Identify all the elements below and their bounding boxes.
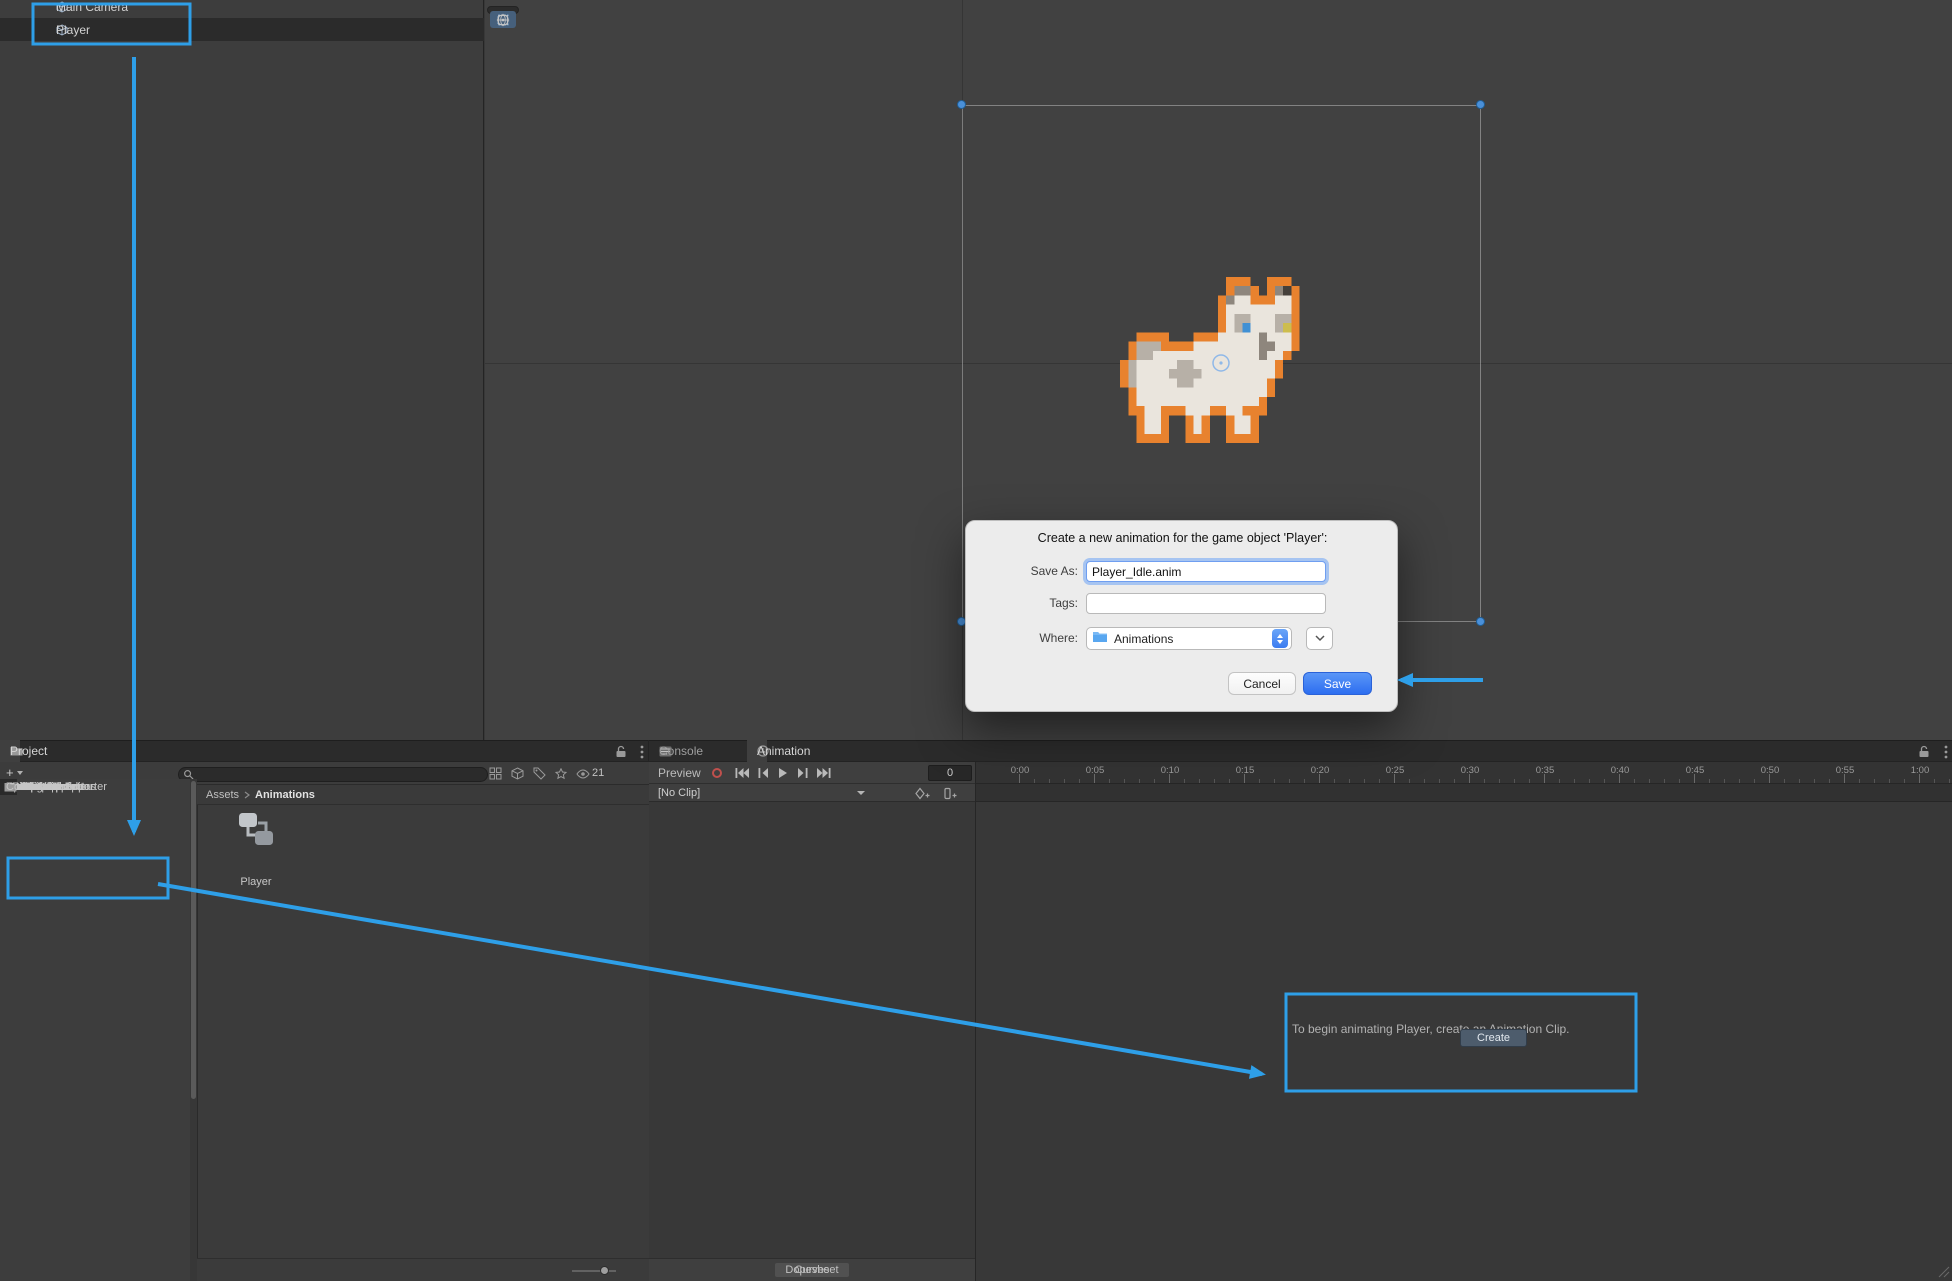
breadcrumb-current[interactable]: Animations xyxy=(255,789,315,801)
go-to-start-button[interactable] xyxy=(735,768,749,778)
breadcrumb: Assets Animations xyxy=(197,785,649,805)
visibility-eye-icon[interactable] xyxy=(575,766,591,781)
package-icon[interactable] xyxy=(509,766,525,781)
search-by-type-icon[interactable] xyxy=(487,766,503,781)
thumbnail-zoom-knob[interactable] xyxy=(600,1266,609,1275)
hidden-count-badge: 21 xyxy=(592,767,605,779)
animation-properties-area xyxy=(649,802,975,1258)
selection-handle-bottom-right[interactable] xyxy=(1476,617,1485,626)
go-to-end-button[interactable] xyxy=(817,768,831,778)
create-clip-button[interactable]: Create xyxy=(1460,1029,1528,1047)
tree-scrollbar-thumb[interactable] xyxy=(191,781,196,1099)
breadcrumb-root[interactable]: Assets xyxy=(206,789,239,801)
asset-label[interactable]: Player xyxy=(214,876,298,888)
save-button[interactable]: Save xyxy=(1303,672,1372,695)
tab-project-label: Project xyxy=(10,744,48,758)
ruler-label: 0:50 xyxy=(1760,765,1780,776)
folder-icon xyxy=(1092,630,1108,648)
previous-key-button[interactable] xyxy=(758,768,769,778)
ruler-label: 0:10 xyxy=(1160,765,1180,776)
ruler-label: 0:25 xyxy=(1385,765,1405,776)
search-by-favorite-icon[interactable] xyxy=(553,766,569,781)
empty-state-message: To begin animating Player, create an Ani… xyxy=(1292,1022,1570,1036)
chevron-down-icon[interactable] xyxy=(857,791,865,795)
save-as-input[interactable] xyxy=(1086,561,1326,582)
ruler-label: 0:00 xyxy=(1010,765,1030,776)
tree-item-collections[interactable]: ▸Collections xyxy=(0,779,60,795)
tab-animation-label: Animation xyxy=(757,744,811,758)
unity-editor-window: Main Camera Player Project Console Animat… xyxy=(0,0,1952,1281)
thumbnail-zoom-slider[interactable] xyxy=(572,1270,616,1272)
hierarchy-item-label: Main Camera xyxy=(56,0,129,14)
ruler-label: 0:05 xyxy=(1085,765,1105,776)
hierarchy-item-player[interactable]: Player xyxy=(0,18,484,41)
project-lock-icon[interactable] xyxy=(613,744,629,759)
create-asset-button[interactable]: + xyxy=(6,765,23,780)
current-frame-field[interactable]: 0 xyxy=(928,765,972,781)
tab-console[interactable]: Console xyxy=(649,740,703,762)
pivot-gizmo-icon xyxy=(1212,354,1230,372)
where-dropdown[interactable]: Animations xyxy=(1086,627,1292,650)
project-menu-kebab-icon[interactable] xyxy=(634,744,650,759)
dropdown-stepper-icon[interactable] xyxy=(1272,629,1288,648)
editor-tool[interactable] xyxy=(490,11,516,28)
where-label: Where: xyxy=(1039,631,1078,645)
tab-console-label: Console xyxy=(659,744,704,758)
clip-dropdown[interactable]: [No Clip] xyxy=(658,787,700,799)
ruler-label: 0:35 xyxy=(1535,765,1555,776)
bottom-tab-strip xyxy=(0,740,1952,762)
tree-item-label: Collections xyxy=(6,781,60,794)
selection-handle-top-right[interactable] xyxy=(1476,100,1485,109)
project-content-area xyxy=(197,785,649,1281)
tags-label: Tags: xyxy=(1049,596,1078,610)
hierarchy-item-label: Player xyxy=(56,22,91,37)
selection-handle-top-left[interactable] xyxy=(957,100,966,109)
ruler-label: 1:00 xyxy=(1910,765,1930,776)
add-keyframe-button[interactable] xyxy=(913,787,931,800)
hierarchy-panel: Main Camera Player xyxy=(0,0,484,740)
animation-mode-bar: Dopesheet Curves xyxy=(649,1258,975,1281)
project-folder-tree: ▾FavoritesAll MaterialsAll ModelsAll Pre… xyxy=(0,779,190,1281)
breadcrumb-chevron-icon xyxy=(244,791,251,798)
search-input[interactable] xyxy=(194,768,474,781)
plus-label: + xyxy=(6,765,14,780)
dialog-title: Create a new animation for the game obje… xyxy=(1037,531,1328,545)
transport-controls xyxy=(735,768,831,778)
ruler-label: 0:15 xyxy=(1235,765,1255,776)
animator-controller-icon[interactable] xyxy=(234,810,278,848)
scene-toolbar xyxy=(487,6,519,28)
hierarchy-item-main-camera[interactable]: Main Camera xyxy=(0,0,484,18)
tab-animation[interactable]: Animation xyxy=(747,740,810,762)
add-event-button[interactable] xyxy=(941,787,959,800)
ruler-label: 0:40 xyxy=(1610,765,1630,776)
ruler-label: 0:55 xyxy=(1835,765,1855,776)
project-search-field[interactable] xyxy=(178,767,488,782)
ruler-label: 0:45 xyxy=(1685,765,1705,776)
chevron-down-icon xyxy=(16,770,23,775)
ruler-label: 0:30 xyxy=(1460,765,1480,776)
save-animation-dialog: Create a new animation for the game obje… xyxy=(965,520,1398,712)
where-value: Animations xyxy=(1114,631,1174,646)
cancel-button[interactable]: Cancel xyxy=(1228,672,1296,695)
animation-lock-icon[interactable] xyxy=(1916,744,1932,759)
timeline-event-row xyxy=(975,784,1952,802)
window-resize-grip[interactable] xyxy=(1938,1266,1950,1278)
ruler-label: 0:20 xyxy=(1310,765,1330,776)
search-by-label-icon[interactable] xyxy=(531,766,547,781)
preview-toggle[interactable]: Preview xyxy=(658,766,701,780)
record-button[interactable] xyxy=(712,768,722,778)
next-key-button[interactable] xyxy=(797,768,808,778)
save-as-label: Save As: xyxy=(1030,564,1078,578)
animation-menu-kebab-icon[interactable] xyxy=(1938,744,1952,759)
tab-project[interactable]: Project xyxy=(0,740,47,762)
expand-dialog-button[interactable] xyxy=(1306,627,1333,650)
timeline-ruler[interactable]: 0:00 0:05 0:10 0:15 0:20 0:25 0:30 0:35 0:40 0:45… xyxy=(975,762,1952,784)
play-button[interactable] xyxy=(778,768,788,778)
tags-input[interactable] xyxy=(1086,593,1326,614)
curves-button[interactable]: Curves xyxy=(785,1263,840,1277)
